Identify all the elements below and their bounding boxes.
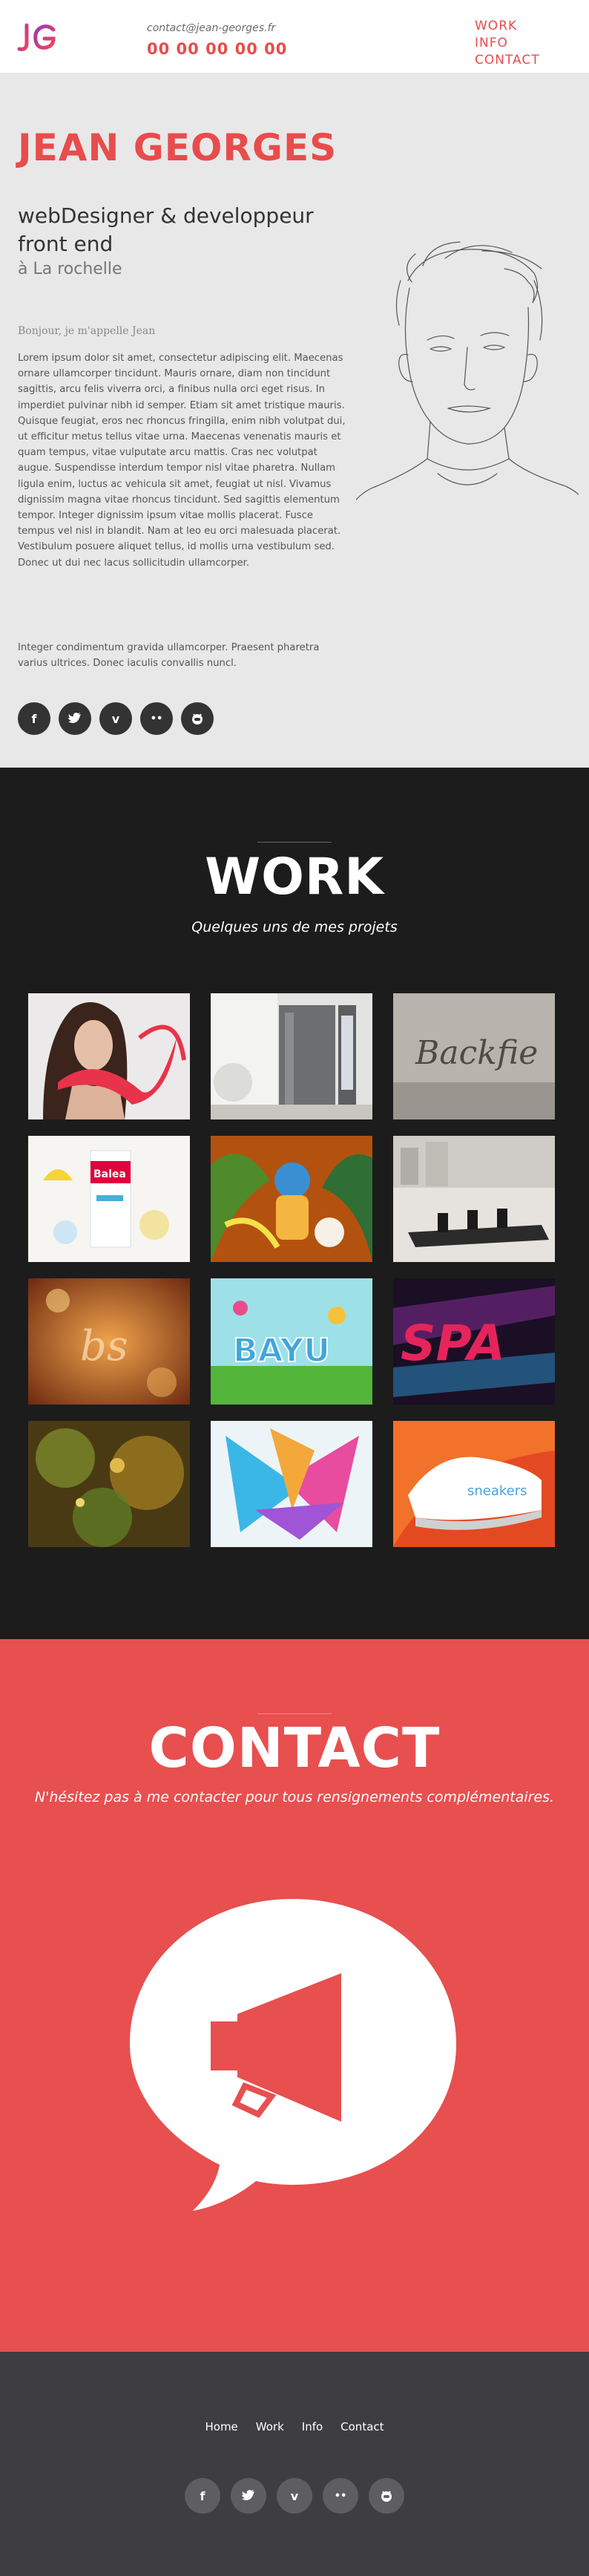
- facebook-icon[interactable]: f: [185, 2478, 220, 2514]
- flickr-icon[interactable]: ••: [140, 702, 173, 735]
- vimeo-icon[interactable]: v: [277, 2478, 312, 2514]
- portfolio-item-bayu[interactable]: BAYU: [211, 1278, 372, 1405]
- hero-city: à La rochelle: [18, 260, 122, 278]
- hero-section: JEAN GEORGES webDesigner & developpeur f…: [0, 73, 589, 768]
- work-subtitle: Quelques uns de mes projets: [191, 919, 398, 935]
- facebook-icon[interactable]: f: [18, 702, 50, 735]
- portfolio-item-figurine[interactable]: [211, 1136, 372, 1262]
- svg-text:BAYU: BAYU: [233, 1332, 330, 1370]
- svg-text:Balea: Balea: [93, 1168, 126, 1180]
- portfolio-item-spa[interactable]: SPA: [393, 1278, 555, 1405]
- jg-logo[interactable]: [16, 22, 61, 55]
- portfolio-item-packaging[interactable]: Balea: [28, 1136, 190, 1262]
- flickr-icon[interactable]: ••: [323, 2478, 358, 2514]
- contact-title: CONTACT: [148, 1716, 441, 1780]
- hero-role: webDesigner & developpeur front end: [18, 203, 314, 256]
- footer-nav-info[interactable]: Info: [302, 2420, 323, 2433]
- portfolio-item-logo-wall[interactable]: Backfie: [393, 993, 555, 1119]
- work-section: WORK Quelques uns de mes projets Backfie…: [0, 768, 589, 1639]
- work-divider: [257, 842, 332, 843]
- header-phone: 00 00 00 00 00: [147, 40, 288, 58]
- top-bar: contact@jean-georges.fr 00 00 00 00 00 W…: [0, 0, 589, 73]
- svg-text:SPA: SPA: [401, 1315, 505, 1372]
- contact-divider: [257, 1713, 332, 1714]
- footer-nav-home[interactable]: Home: [205, 2420, 237, 2433]
- svg-text:sneakers: sneakers: [467, 1483, 527, 1499]
- portfolio-item-woman-ribbon[interactable]: [28, 993, 190, 1119]
- hero-name: JEAN GEORGES: [18, 126, 338, 169]
- portfolio-item-office[interactable]: [393, 1136, 555, 1262]
- portrait-sketch: [356, 241, 579, 501]
- twitter-icon[interactable]: [59, 702, 91, 735]
- header-email-link[interactable]: contact@jean-georges.fr: [147, 22, 275, 34]
- work-title: WORK: [205, 848, 384, 906]
- portfolio-item-foliage[interactable]: [28, 1421, 190, 1547]
- twitter-icon[interactable]: [231, 2478, 266, 2514]
- footer-nav-work[interactable]: Work: [256, 2420, 284, 2433]
- nav-info[interactable]: INFO: [475, 35, 540, 52]
- contact-subtitle: N'hésitez pas à me contacter pour tous r…: [34, 1789, 555, 1805]
- svg-text:bs: bs: [80, 1322, 128, 1370]
- vimeo-icon[interactable]: v: [99, 702, 132, 735]
- footer-social-links: f v ••: [0, 2478, 589, 2514]
- hero-paragraph-2: Integer condimentum gravida ullamcorper.…: [18, 642, 320, 670]
- main-nav: WORK INFO CONTACT: [475, 18, 540, 69]
- megaphone-speech-bubble-icon[interactable]: [126, 1892, 460, 2218]
- portfolio-item-abstract[interactable]: [211, 1421, 372, 1547]
- contact-section: CONTACT N'hésitez pas à me contacter pou…: [0, 1639, 589, 2352]
- portfolio-item-bs-logo[interactable]: bs: [28, 1278, 190, 1405]
- github-icon[interactable]: [181, 702, 214, 735]
- portfolio-item-sneaker[interactable]: sneakers: [393, 1421, 555, 1547]
- svg-text:Backfie: Backfie: [415, 1034, 538, 1072]
- footer: Home Work Info Contact f v ••: [0, 2352, 589, 2576]
- footer-nav-contact[interactable]: Contact: [340, 2420, 384, 2433]
- hero-paragraph-1: Lorem ipsum dolor sit amet, consectetur …: [18, 353, 346, 569]
- portfolio-item-door[interactable]: [211, 993, 372, 1119]
- hero-greeting: Bonjour, je m'appelle Jean: [18, 325, 156, 337]
- nav-contact[interactable]: CONTACT: [475, 52, 540, 69]
- hero-social-links: f v ••: [18, 702, 214, 735]
- portfolio-grid: Backfie Balea bs BAYU SPA sneakers: [28, 993, 555, 1547]
- github-icon[interactable]: [369, 2478, 404, 2514]
- nav-work[interactable]: WORK: [475, 18, 540, 35]
- footer-nav: Home Work Info Contact: [0, 2420, 589, 2433]
